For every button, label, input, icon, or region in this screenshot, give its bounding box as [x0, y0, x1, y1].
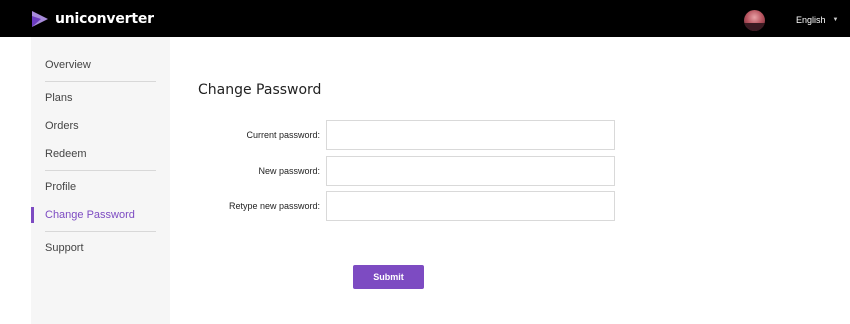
current-password-input[interactable] [326, 120, 615, 150]
active-indicator [31, 207, 34, 223]
sidebar-item-change-password[interactable]: Change Password [45, 209, 135, 221]
chevron-down-icon: ▼ [832, 17, 839, 23]
sidebar-item-support[interactable]: Support [45, 242, 84, 254]
new-password-label: New password: [258, 166, 320, 176]
top-bar: uniconverter English ▼ [0, 0, 850, 37]
language-label: English [796, 15, 826, 25]
sidebar-item-orders[interactable]: Orders [45, 120, 79, 132]
new-password-input[interactable] [326, 156, 615, 186]
retype-password-input[interactable] [326, 191, 615, 221]
submit-button[interactable]: Submit [353, 265, 424, 289]
current-password-label: Current password: [246, 130, 320, 140]
play-triangle-icon [32, 11, 48, 27]
sidebar: Overview Plans Orders Redeem Profile Cha… [31, 37, 170, 324]
brand-logo[interactable]: uniconverter [31, 10, 154, 28]
sidebar-item-profile[interactable]: Profile [45, 181, 76, 193]
sidebar-divider [45, 231, 156, 232]
page-title: Change Password [198, 82, 322, 98]
user-avatar[interactable] [744, 10, 765, 31]
sidebar-divider [45, 81, 156, 82]
brand-name: uniconverter [55, 11, 154, 27]
sidebar-item-plans[interactable]: Plans [45, 92, 73, 104]
language-selector[interactable]: English ▼ [796, 15, 838, 25]
sidebar-item-overview[interactable]: Overview [45, 59, 91, 71]
sidebar-item-redeem[interactable]: Redeem [45, 148, 87, 160]
sidebar-divider [45, 170, 156, 171]
retype-password-label: Retype new password: [228, 201, 320, 211]
